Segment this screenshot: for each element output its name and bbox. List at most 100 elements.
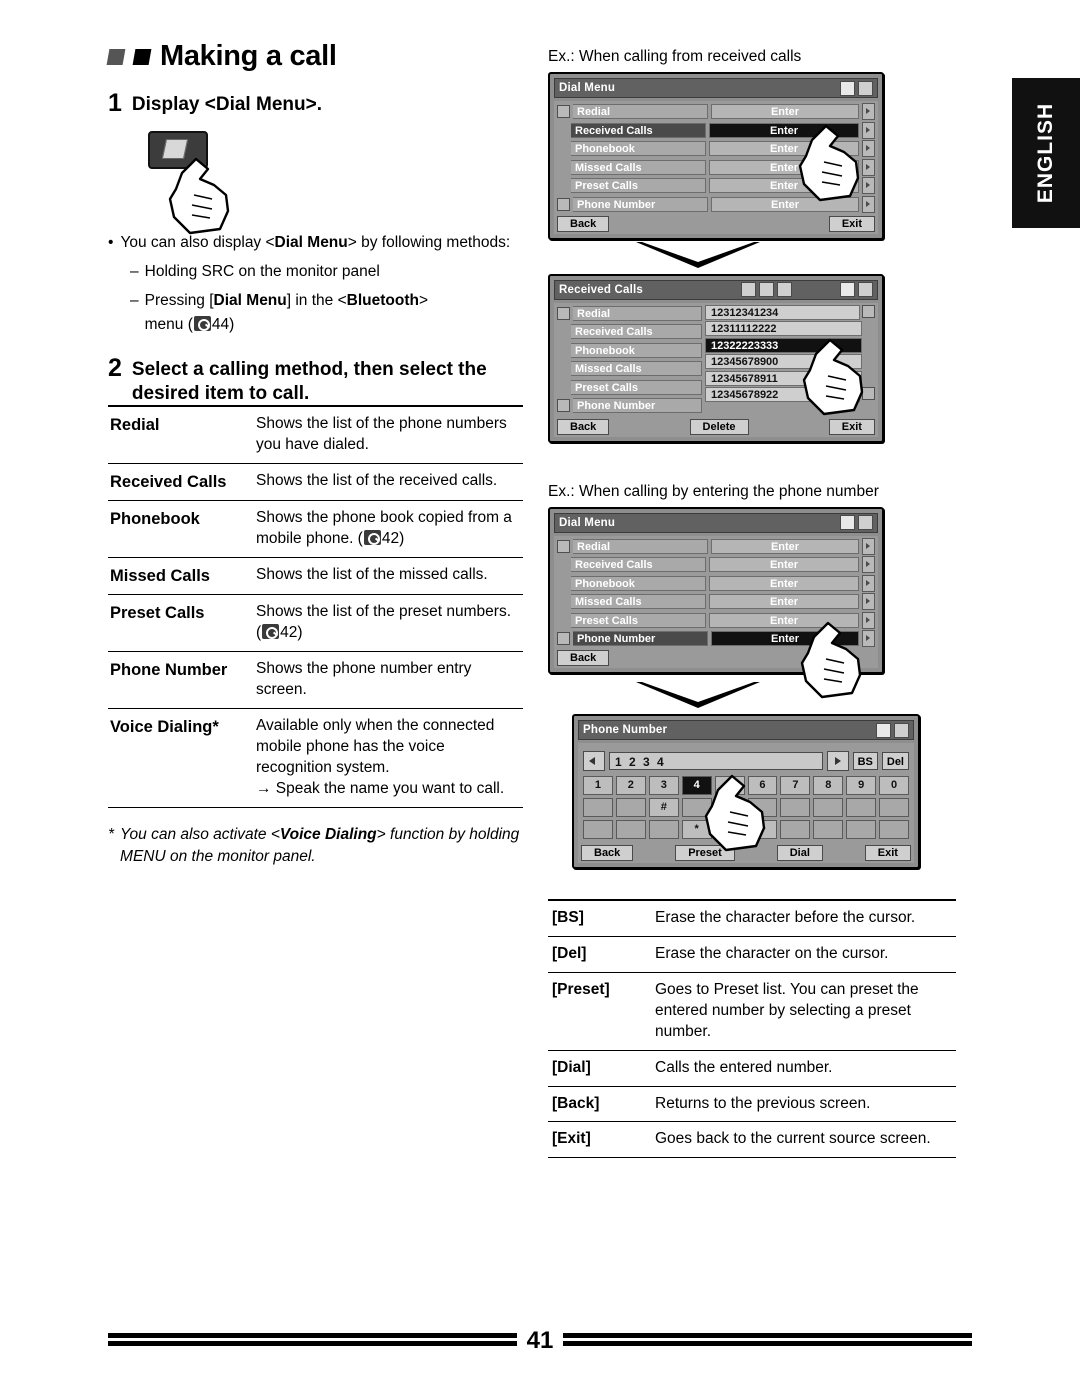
chevron-right-icon[interactable] [862, 611, 875, 629]
chevron-right-icon[interactable] [862, 195, 875, 213]
back-button[interactable]: Back [557, 418, 610, 435]
list-item[interactable]: Preset Calls Enter [557, 611, 875, 629]
delete-button[interactable]: Delete [689, 418, 749, 435]
key-blank[interactable] [813, 820, 844, 839]
chevron-right-icon[interactable] [862, 103, 875, 120]
list-item[interactable]: Preset Calls Enter [557, 177, 875, 194]
list-item[interactable]: Redial Enter [557, 537, 875, 555]
key-blank[interactable] [615, 798, 646, 817]
list-item[interactable]: Redial Enter [557, 103, 875, 120]
phone-number[interactable]: 12312341234 [705, 304, 860, 320]
key-5[interactable]: 5 [714, 776, 745, 795]
chevron-right-icon[interactable] [862, 140, 875, 157]
scroll-down-icon[interactable] [557, 197, 570, 211]
scroll-down-icon[interactable] [557, 632, 570, 645]
list-item[interactable]: Missed Calls Enter [557, 158, 875, 176]
key-3[interactable]: 3 [648, 776, 679, 795]
number-row[interactable]: 12345678911 [705, 370, 875, 386]
key-blank[interactable] [879, 798, 910, 817]
enter-button[interactable]: Enter [709, 594, 859, 609]
key-0[interactable]: 0 [879, 776, 910, 795]
enter-button[interactable]: Enter [711, 196, 859, 212]
enter-button[interactable]: Enter [711, 631, 859, 646]
scroll-down-icon[interactable] [862, 387, 875, 400]
number-row[interactable]: 12312341234 [705, 304, 875, 320]
cursor-left-button[interactable] [583, 751, 605, 771]
key-blank[interactable] [583, 820, 613, 839]
chevron-right-icon[interactable] [862, 593, 875, 610]
key-blank[interactable] [714, 798, 745, 817]
list-item[interactable]: Missed Calls [557, 360, 702, 377]
list-item[interactable]: Redial [557, 305, 702, 322]
phone-number[interactable]: 12311112222 [705, 321, 862, 336]
key-star[interactable]: * [681, 820, 712, 839]
enter-button[interactable]: Enter [709, 159, 859, 175]
chevron-right-icon[interactable] [862, 158, 875, 176]
key-4[interactable]: 4 [681, 776, 712, 795]
list-item[interactable]: Received Calls Enter [557, 121, 875, 139]
key-hash[interactable]: # [648, 798, 679, 817]
list-item[interactable]: Phonebook Enter [557, 140, 875, 157]
chevron-right-icon[interactable] [862, 121, 875, 139]
enter-button[interactable]: Enter [711, 538, 859, 554]
cursor-right-button[interactable] [826, 751, 849, 771]
number-row[interactable]: 12345678900 [705, 354, 875, 369]
key-blank[interactable] [780, 820, 811, 839]
chevron-right-icon[interactable] [862, 574, 875, 592]
chevron-right-icon[interactable] [862, 537, 875, 555]
chevron-right-icon[interactable] [862, 630, 875, 647]
preset-button[interactable]: Preset [675, 845, 735, 861]
exit-button[interactable]: Exit [828, 215, 875, 232]
key-plus[interactable]: + [747, 820, 778, 839]
key-7[interactable]: 7 [780, 776, 811, 795]
enter-button[interactable]: Enter [711, 104, 859, 119]
key-blank[interactable] [615, 820, 646, 839]
enter-button[interactable]: Enter [709, 575, 859, 591]
del-button[interactable]: Del [881, 752, 909, 770]
exit-button[interactable]: Exit [864, 845, 911, 861]
exit-button[interactable]: Exit [828, 418, 875, 435]
key-blank[interactable] [780, 798, 811, 817]
list-item[interactable]: Phone Number [557, 397, 702, 414]
list-item[interactable]: Phone Number Enter [557, 630, 875, 647]
key-8[interactable]: 8 [813, 776, 844, 795]
number-row[interactable]: 12345678922 [705, 387, 875, 402]
list-item[interactable]: Phonebook Enter [557, 574, 875, 592]
scroll-up-icon[interactable] [862, 304, 875, 318]
chevron-right-icon[interactable] [862, 177, 875, 194]
scroll-down-icon[interactable] [557, 399, 570, 412]
scroll-up-icon[interactable] [557, 539, 570, 553]
list-item[interactable]: Preset Calls [557, 379, 702, 396]
list-item[interactable]: Phonebook [557, 342, 702, 359]
key-blank[interactable] [714, 820, 745, 839]
key-6[interactable]: 6 [747, 776, 778, 795]
chevron-right-icon[interactable] [862, 556, 875, 573]
key-blank[interactable] [813, 798, 844, 817]
key-1[interactable]: 1 [583, 776, 613, 795]
phone-number[interactable]: 12345678922 [705, 387, 860, 402]
enter-button[interactable]: Enter [709, 557, 859, 572]
key-blank[interactable] [846, 798, 877, 817]
enter-button[interactable]: Enter [709, 141, 859, 156]
scroll-up-icon[interactable] [557, 306, 570, 320]
key-blank[interactable] [747, 798, 778, 817]
enter-button[interactable]: Enter [709, 122, 859, 138]
enter-button[interactable]: Enter [709, 178, 859, 193]
number-row[interactable]: 12311112222 [705, 321, 875, 336]
phone-number[interactable]: 12345678900 [705, 354, 862, 369]
dial-button[interactable]: Dial [776, 845, 823, 861]
key-blank[interactable] [846, 820, 877, 839]
scroll-up-icon[interactable] [557, 105, 570, 118]
phone-number-selected[interactable]: 12322223333 [705, 337, 862, 353]
number-row[interactable]: 12322223333 [705, 337, 875, 353]
list-item[interactable]: Received Calls Enter [557, 556, 875, 573]
bs-button[interactable]: BS [852, 752, 878, 770]
key-blank[interactable] [879, 820, 910, 839]
back-button[interactable]: Back [557, 215, 610, 232]
key-blank[interactable] [681, 798, 712, 817]
number-input[interactable]: 1 2 3 4 [609, 752, 823, 770]
key-blank[interactable] [648, 820, 679, 839]
key-blank[interactable] [583, 798, 613, 817]
key-2[interactable]: 2 [615, 776, 646, 795]
list-item[interactable]: Received Calls [557, 323, 702, 340]
